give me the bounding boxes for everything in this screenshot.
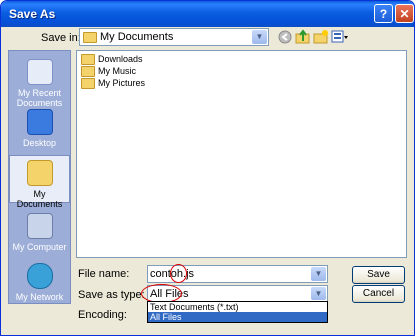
desktop-icon: [26, 109, 53, 135]
new-folder-icon[interactable]: [313, 29, 329, 45]
save-as-type-label: Save as type:: [78, 289, 145, 301]
music-folder-icon: [81, 66, 95, 78]
place-label: My Documents: [16, 189, 63, 209]
save-in-label: Save in:: [41, 32, 81, 44]
place-my-computer[interactable]: My Computer: [9, 213, 70, 252]
file-name-label: File name:: [78, 268, 130, 280]
chevron-down-icon[interactable]: ▼: [252, 30, 267, 44]
save-in-combo[interactable]: My Documents ▼: [79, 28, 269, 46]
places-bar: My Recent Documents Desktop My Documents…: [8, 50, 71, 304]
place-label: My Recent Documents: [16, 88, 63, 108]
dialog-title: Save As: [9, 7, 56, 21]
list-item[interactable]: My Pictures: [81, 78, 145, 90]
cancel-button[interactable]: Cancel: [352, 285, 405, 303]
chevron-down-icon[interactable]: ▼: [311, 287, 326, 300]
place-label: My Computer: [12, 242, 67, 252]
recent-documents-icon: [26, 59, 53, 85]
my-network-icon: [26, 263, 53, 289]
save-in-value: My Documents: [100, 31, 174, 43]
help-button[interactable]: ?: [374, 4, 393, 23]
dropdown-option[interactable]: Text Documents (*.txt): [148, 302, 327, 312]
back-icon[interactable]: [278, 30, 292, 44]
place-my-recent-documents[interactable]: My Recent Documents: [9, 59, 70, 108]
place-label: Desktop: [22, 138, 57, 148]
my-computer-icon: [26, 213, 53, 239]
place-my-documents[interactable]: My Documents: [9, 155, 70, 209]
views-menu-icon[interactable]: [331, 29, 349, 45]
place-my-network[interactable]: My Network: [9, 263, 70, 302]
dropdown-option-selected[interactable]: All Files: [148, 312, 327, 322]
pictures-folder-icon: [81, 78, 95, 90]
file-list[interactable]: Downloads My Music My Pictures: [76, 50, 407, 258]
title-bar[interactable]: Save As ? ✕: [1, 1, 414, 27]
folder-icon: [83, 31, 97, 43]
save-as-dialog: Save As ? ✕ Save in: My Documents ▼ My R…: [0, 0, 415, 336]
chevron-down-icon[interactable]: ▼: [311, 267, 326, 281]
my-documents-icon: [26, 160, 53, 186]
annotation-circle: [170, 264, 187, 283]
place-desktop[interactable]: Desktop: [9, 109, 70, 148]
save-button[interactable]: Save: [352, 266, 405, 284]
save-as-type-dropdown: Text Documents (*.txt) All Files: [147, 301, 328, 323]
close-button[interactable]: ✕: [395, 4, 414, 23]
up-folder-icon[interactable]: [295, 29, 311, 45]
list-item[interactable]: My Music: [81, 66, 136, 78]
place-label: My Network: [15, 292, 64, 302]
folder-icon: [81, 54, 95, 66]
encoding-label: Encoding:: [78, 309, 127, 321]
list-item[interactable]: Downloads: [81, 54, 143, 66]
